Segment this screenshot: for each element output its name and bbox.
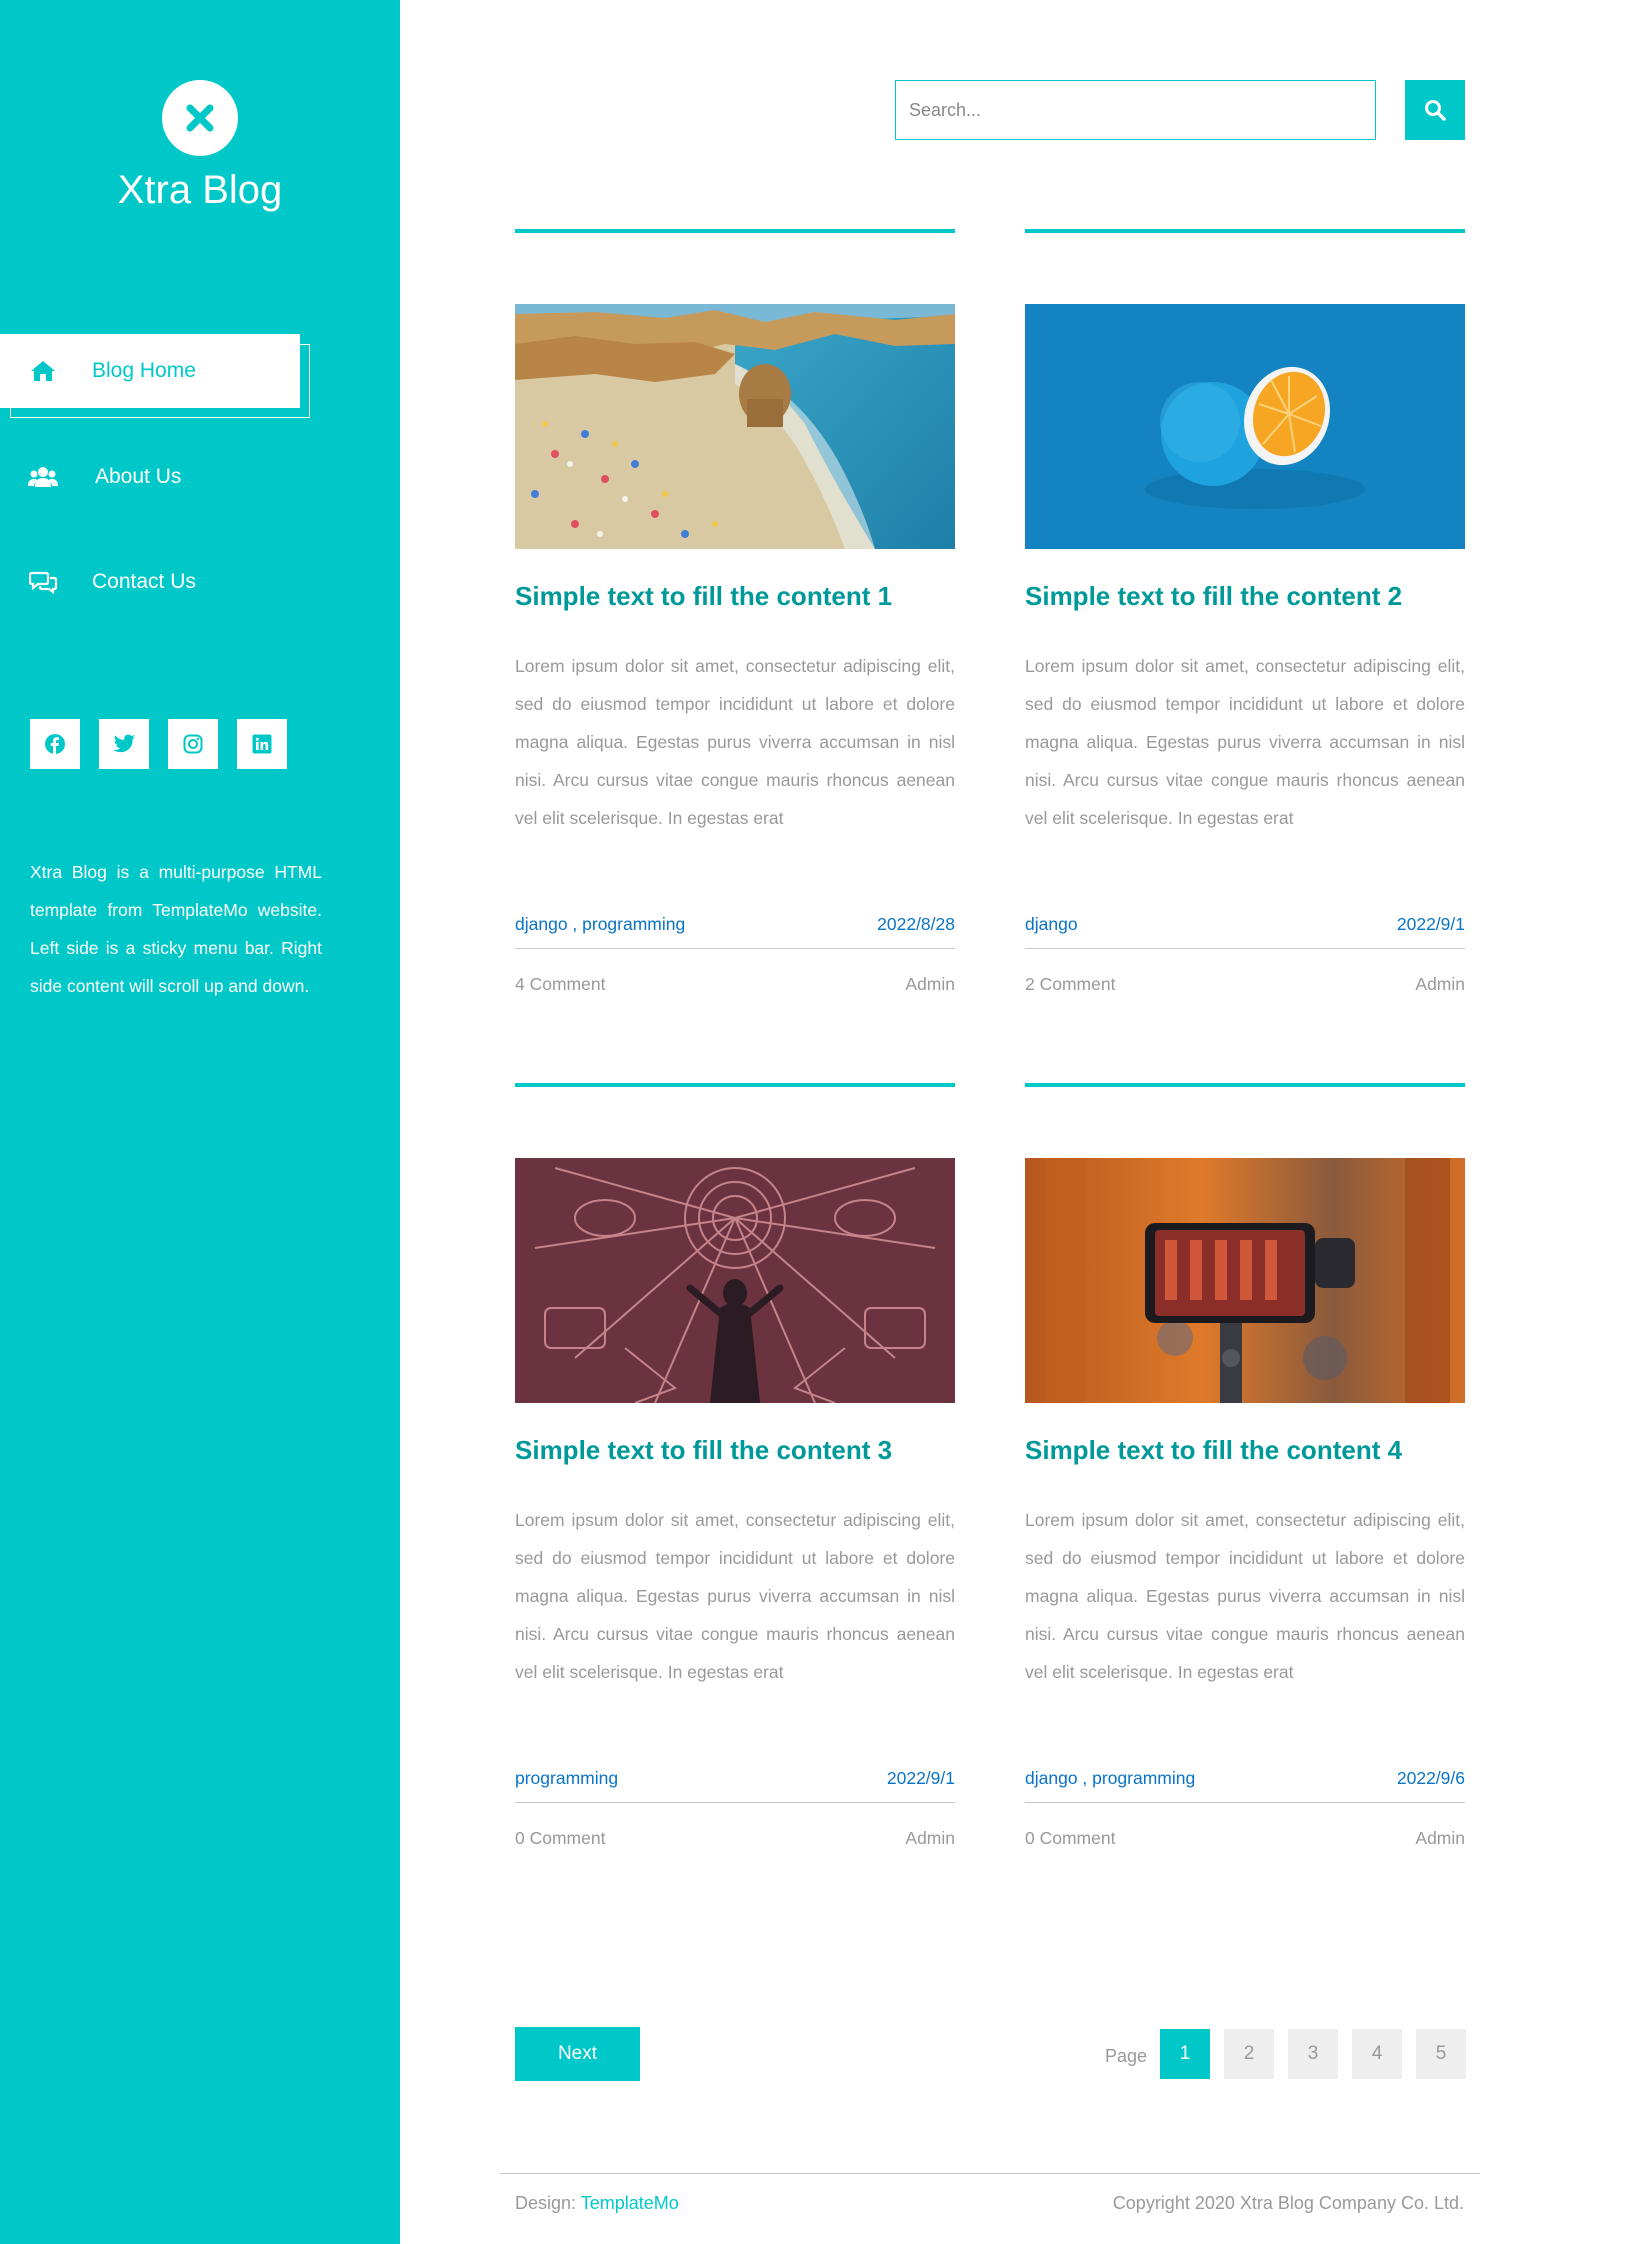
post-comments: 2 Comment	[1025, 973, 1116, 994]
next-page-button[interactable]: Next	[515, 2027, 640, 2081]
sidebar: Xtra Blog Blog Home About Us Contact Us …	[0, 0, 400, 2244]
post-author: Admin	[905, 973, 955, 994]
templatemo-link[interactable]: TemplateMo	[581, 2193, 679, 2213]
users-icon	[28, 462, 58, 492]
post-meta: django 2022/9/1	[1025, 909, 1465, 939]
post-date: 2022/9/1	[886, 1767, 955, 1788]
post-comments: 0 Comment	[1025, 1827, 1116, 1848]
post-tags[interactable]: django , programming	[515, 914, 685, 934]
page-5-button[interactable]: 5	[1416, 2029, 1466, 2079]
post-title[interactable]: Simple text to fill the content 4	[1025, 1435, 1465, 1466]
linkedin-icon	[252, 734, 272, 754]
chat-icon	[28, 567, 58, 597]
post-footer: 0 Comment Admin	[515, 1823, 955, 1853]
post-footer: 2 Comment Admin	[1025, 969, 1465, 999]
card-divider	[515, 948, 955, 949]
post-image-beach[interactable]	[515, 304, 955, 549]
post-author: Admin	[1415, 973, 1465, 994]
post-tags[interactable]: django	[1025, 914, 1078, 934]
post-excerpt: Lorem ipsum dolor sit amet, consectetur …	[515, 656, 955, 828]
card-accent-bar	[515, 229, 955, 233]
card-divider	[1025, 948, 1465, 949]
card-accent-bar	[515, 1083, 955, 1087]
linkedin-button[interactable]	[237, 719, 287, 769]
site-title: Xtra Blog	[117, 168, 283, 212]
post-footer: 4 Comment Admin	[515, 969, 955, 999]
post-meta: django , programming 2022/8/28	[515, 909, 955, 939]
post-date: 2022/9/6	[1396, 1767, 1465, 1788]
post-title[interactable]: Simple text to fill the content 2	[1025, 581, 1465, 612]
page-4-button[interactable]: 4	[1352, 2029, 1402, 2079]
facebook-button[interactable]	[30, 719, 80, 769]
instagram-icon	[183, 734, 203, 754]
post-meta: django , programming 2022/9/6	[1025, 1763, 1465, 1793]
post-excerpt: Lorem ipsum dolor sit amet, consectetur …	[1025, 1510, 1465, 1682]
search-button[interactable]	[1405, 80, 1465, 140]
footer-divider	[500, 2173, 1480, 2174]
post-image-phone-gimbal[interactable]	[1025, 1158, 1465, 1403]
page-2-button[interactable]: 2	[1224, 2029, 1274, 2079]
post-date: 2022/8/28	[877, 913, 955, 934]
nav-label: Blog Home	[92, 359, 196, 382]
search-input[interactable]	[895, 80, 1376, 140]
nav-item-blog-home[interactable]: Blog Home	[0, 334, 300, 408]
nav-item-contact-us[interactable]: Contact Us	[0, 545, 300, 619]
post-comments: 4 Comment	[515, 973, 606, 994]
card-divider	[515, 1802, 955, 1803]
post-image-neon-instruments[interactable]	[515, 1158, 955, 1403]
footer-copyright: Copyright 2020 Xtra Blog Company Co. Ltd…	[1112, 2193, 1464, 2213]
card-accent-bar	[1025, 1083, 1465, 1087]
page-1-button[interactable]: 1	[1160, 2029, 1210, 2079]
nav-label: About Us	[95, 465, 182, 488]
card-divider	[1025, 1802, 1465, 1803]
page-3-button[interactable]: 3	[1288, 2029, 1338, 2079]
post-footer: 0 Comment Admin	[1025, 1823, 1465, 1853]
post-meta: programming 2022/9/1	[515, 1763, 955, 1793]
search-icon	[1425, 100, 1446, 121]
sidebar-about-text: Xtra Blog is a multi-purpose HTML templa…	[30, 862, 322, 996]
footer-design-credit: Design: TemplateMo	[515, 2193, 679, 2214]
footer-design-prefix: Design:	[515, 2193, 577, 2213]
post-tags[interactable]: django , programming	[1025, 1768, 1195, 1788]
post-image-orange[interactable]	[1025, 304, 1465, 549]
post-title[interactable]: Simple text to fill the content 3	[515, 1435, 955, 1466]
close-x-icon	[186, 104, 214, 132]
page-label: Page	[1105, 2046, 1148, 2066]
instagram-button[interactable]	[168, 719, 218, 769]
twitter-icon	[113, 734, 135, 753]
post-title[interactable]: Simple text to fill the content 1	[515, 581, 955, 612]
post-author: Admin	[1415, 1827, 1465, 1848]
twitter-button[interactable]	[99, 719, 149, 769]
logo[interactable]	[162, 80, 238, 156]
card-accent-bar	[1025, 229, 1465, 233]
post-tags[interactable]: programming	[515, 1768, 618, 1788]
post-excerpt: Lorem ipsum dolor sit amet, consectetur …	[1025, 656, 1465, 828]
post-author: Admin	[905, 1827, 955, 1848]
nav-item-about-us[interactable]: About Us	[0, 440, 300, 514]
nav-label: Contact Us	[92, 570, 196, 593]
post-date: 2022/9/1	[1396, 913, 1465, 934]
post-comments: 0 Comment	[515, 1827, 606, 1848]
social-links	[30, 719, 287, 769]
post-excerpt: Lorem ipsum dolor sit amet, consectetur …	[515, 1510, 955, 1682]
home-icon	[28, 356, 58, 386]
facebook-icon	[45, 734, 65, 754]
